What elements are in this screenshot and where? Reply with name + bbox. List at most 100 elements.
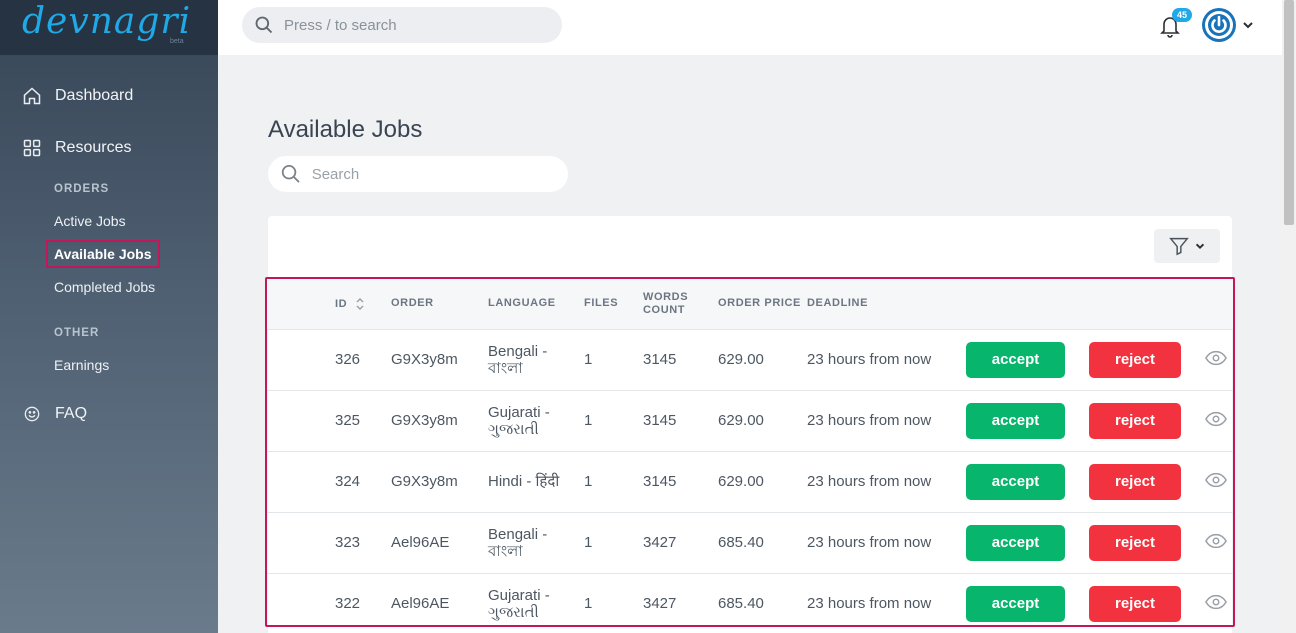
view-button[interactable] (1205, 350, 1227, 370)
smile-icon (24, 406, 40, 422)
cell-files: 1 (584, 595, 593, 613)
cell-id: 325 (335, 412, 361, 429)
eye-icon (1205, 533, 1227, 548)
cell-words-count: 3427 (643, 595, 677, 613)
reject-button[interactable]: reject (1089, 402, 1181, 439)
cell-language: Bengali - বাংলা (488, 342, 548, 377)
jobs-search-input[interactable] (311, 165, 568, 183)
cell-language: Bengali - বাংলা (488, 525, 548, 560)
header-spacer (267, 279, 335, 329)
reject-button[interactable]: reject (1089, 524, 1181, 561)
table-row: 323 Ael96AE Bengali - বাংলা 1 3427 685.40 23 h… (267, 512, 1233, 573)
jobs-card: ID ORDER LANGUAGE FILES WORDS COUNT ORDE… (265, 216, 1235, 633)
cell-deadline: 23 hours from now (807, 534, 932, 551)
cell-accept: accept (966, 512, 1089, 573)
logo-subtext: beta (170, 38, 184, 45)
cell-language: Gujarati - ગુજરાતી (488, 403, 550, 438)
section-title-other: OTHER (54, 327, 100, 339)
row-spacer (267, 573, 335, 625)
sidebar-item-label: Dashboard (55, 87, 134, 104)
eye-icon (1205, 350, 1227, 365)
header-spacer (1089, 279, 1205, 329)
jobs-search[interactable] (268, 156, 568, 192)
eye-icon (1205, 472, 1227, 487)
column-header-order: ORDER (391, 297, 434, 310)
column-header-id[interactable]: ID (335, 279, 391, 329)
cell-words-count: 3145 (643, 412, 677, 429)
accept-button[interactable]: accept (966, 402, 1065, 439)
cell-accept: accept (966, 390, 1089, 451)
cell-view (1205, 329, 1233, 390)
sidebar-item-label: Resources (55, 139, 132, 156)
accept-button[interactable]: accept (966, 585, 1065, 622)
notification-badge: 45 (1172, 8, 1192, 22)
jobs-table: ID ORDER LANGUAGE FILES WORDS COUNT ORDE… (267, 279, 1233, 625)
column-header-words-count: WORDS COUNT (643, 290, 689, 316)
sidebar: devnagri beta Dashboard Resources ORDERS… (0, 0, 218, 633)
cell-id: 326 (335, 351, 361, 368)
filter-button[interactable] (1154, 229, 1220, 263)
cell-view (1205, 451, 1233, 512)
cell-order-price: 685.40 (718, 595, 764, 613)
accept-button[interactable]: accept (966, 463, 1065, 500)
reject-button[interactable]: reject (1089, 585, 1181, 622)
view-button[interactable] (1205, 533, 1227, 553)
sidebar-item-available-jobs[interactable]: Available Jobs (46, 240, 160, 268)
view-button[interactable] (1205, 472, 1227, 492)
jobs-table-highlight: ID ORDER LANGUAGE FILES WORDS COUNT ORDE… (265, 277, 1235, 627)
view-button[interactable] (1205, 594, 1227, 614)
home-icon (23, 87, 41, 105)
cell-order: G9X3y8m (391, 473, 458, 490)
header-spacer (1205, 279, 1233, 329)
reject-button[interactable]: reject (1089, 463, 1181, 500)
cell-words-count: 3427 (643, 534, 677, 551)
avatar[interactable] (1202, 8, 1236, 42)
cell-files: 1 (584, 351, 593, 368)
chevron-down-icon (1243, 22, 1253, 29)
cell-words-count: 3145 (643, 473, 677, 490)
sidebar-item-completed-jobs[interactable]: Completed Jobs (54, 279, 155, 295)
cell-order: Ael96AE (391, 534, 450, 551)
global-search-input[interactable] (284, 16, 544, 34)
cell-view (1205, 573, 1233, 625)
cell-deadline: 23 hours from now (807, 412, 932, 429)
cell-order: G9X3y8m (391, 351, 458, 368)
scrollbar-thumb[interactable] (1284, 0, 1294, 225)
cell-deadline: 23 hours from now (807, 351, 932, 368)
accept-button[interactable]: accept (966, 341, 1065, 378)
cell-id: 323 (335, 534, 361, 551)
sidebar-item-faq[interactable]: FAQ (22, 404, 87, 424)
filter-icon (1169, 237, 1189, 256)
logo-area: devnagri beta (0, 0, 218, 55)
sidebar-item-earnings[interactable]: Earnings (54, 357, 109, 373)
page-title: Available Jobs (268, 116, 423, 143)
cell-files: 1 (584, 473, 593, 490)
table-row: 322 Ael96AE Gujarati - ગુજરાતી 1 3427 685.40 2… (267, 573, 1233, 625)
header-spacer (966, 279, 1089, 329)
eye-icon (1205, 594, 1227, 609)
cell-reject: reject (1089, 329, 1205, 390)
power-icon (1205, 11, 1233, 39)
sidebar-item-active-jobs[interactable]: Active Jobs (54, 213, 126, 229)
cell-id: 324 (335, 473, 361, 490)
cell-reject: reject (1089, 512, 1205, 573)
sidebar-item-resources[interactable]: Resources (22, 138, 131, 158)
view-button[interactable] (1205, 411, 1227, 431)
cell-order-price: 685.40 (718, 534, 764, 551)
eye-icon (1205, 411, 1227, 426)
user-menu-chevron[interactable] (1241, 18, 1255, 37)
reject-button[interactable]: reject (1089, 341, 1181, 378)
sidebar-item-dashboard[interactable]: Dashboard (22, 86, 133, 106)
scrollbar[interactable] (1282, 0, 1296, 633)
grid-icon (23, 139, 41, 157)
table-row: 324 G9X3y8m Hindi - हिंदी 1 3145 629.00 23 hou… (267, 451, 1233, 512)
cell-accept: accept (966, 573, 1089, 625)
row-spacer (267, 451, 335, 512)
cell-order: Ael96AE (391, 595, 450, 613)
sort-icon[interactable] (355, 297, 365, 311)
global-search[interactable] (242, 7, 562, 43)
accept-button[interactable]: accept (966, 524, 1065, 561)
cell-files: 1 (584, 412, 593, 429)
logo[interactable]: devnagri (22, 2, 191, 42)
cell-view (1205, 512, 1233, 573)
